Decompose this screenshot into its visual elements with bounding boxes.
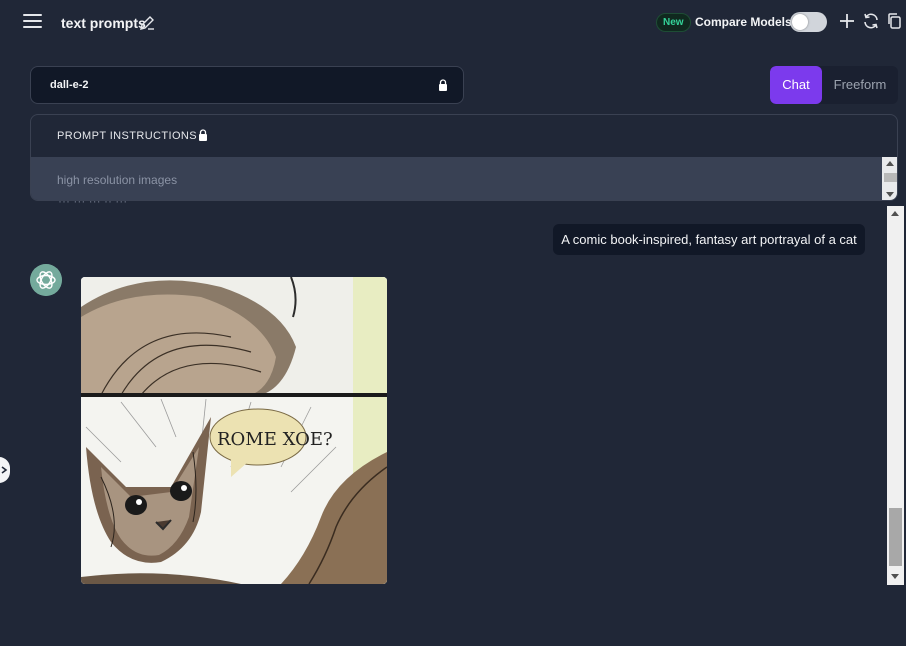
menu-icon[interactable] <box>23 14 42 30</box>
new-badge: New <box>656 13 691 32</box>
tab-chat[interactable]: Chat <box>770 66 822 104</box>
sidebar-expand-button[interactable] <box>0 457 10 483</box>
scroll-down-arrow[interactable] <box>886 192 894 197</box>
instructions-scrollbar[interactable] <box>882 157 897 200</box>
toggle-knob <box>792 14 808 30</box>
chat-scrollbar[interactable] <box>887 206 904 585</box>
chatgpt-logo-icon <box>30 264 62 296</box>
lock-icon <box>199 129 207 141</box>
generated-image[interactable]: ROME XOE? <box>81 277 387 584</box>
hidden-message-fragment: ··· ··· ··· ·· ··· <box>58 194 128 208</box>
scrollbar-thumb[interactable] <box>889 508 902 566</box>
page-title: text prompts <box>61 15 146 31</box>
tab-freeform[interactable]: Freeform <box>822 66 898 104</box>
prompt-instructions-panel: PROMPT INSTRUCTIONS high resolution imag… <box>30 114 898 201</box>
model-select-value: dall-e-2 <box>50 79 89 91</box>
user-message: A comic book-inspired, fantasy art portr… <box>553 224 865 255</box>
compare-models-toggle[interactable] <box>790 12 827 32</box>
plus-icon[interactable] <box>838 12 856 30</box>
edit-icon[interactable] <box>139 15 155 31</box>
refresh-icon[interactable] <box>862 12 880 30</box>
comic-cat-illustration: ROME XOE? <box>81 277 387 584</box>
mode-tabs: Chat Freeform <box>770 66 898 104</box>
top-bar: text prompts New Compare Models <box>0 0 906 46</box>
prompt-instructions-field[interactable]: high resolution images <box>31 157 897 200</box>
scroll-up-arrow[interactable] <box>886 161 894 166</box>
copy-icon[interactable] <box>886 12 904 30</box>
scrollbar-thumb[interactable] <box>884 173 897 182</box>
prompt-instructions-text: high resolution images <box>57 173 178 187</box>
compare-models-label: Compare Models <box>695 15 792 29</box>
prompt-instructions-label: PROMPT INSTRUCTIONS <box>57 130 198 142</box>
chevron-right-icon <box>1 466 8 474</box>
scroll-up-arrow[interactable] <box>891 211 899 216</box>
lock-icon <box>439 79 447 91</box>
model-select[interactable]: dall-e-2 <box>30 66 464 104</box>
scroll-down-arrow[interactable] <box>891 574 899 579</box>
speech-bubble-text: ROME XOE? <box>217 429 333 450</box>
